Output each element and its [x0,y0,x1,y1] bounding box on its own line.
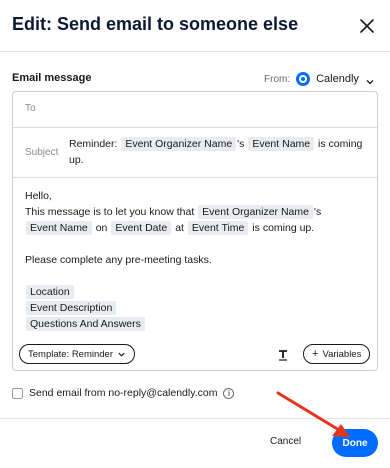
subject-field[interactable]: Subject Reminder: Event Organizer Name's… [13,128,377,178]
chevron-down-icon [117,350,126,359]
subject-mid: 's [237,138,245,150]
from-value: Calendly [316,73,359,85]
variable-chip[interactable]: Event Name [26,221,92,235]
noreply-checkbox[interactable] [12,387,23,399]
variable-chip[interactable]: Questions And Answers [26,317,145,331]
done-button[interactable]: Done [332,429,378,457]
to-label: To [25,103,36,114]
noreply-label: Send email from no-reply@calendly.com [29,387,218,399]
to-field[interactable]: To [13,92,377,128]
body-text: on [95,222,108,234]
cancel-button[interactable]: Cancel [270,436,301,447]
email-editor: To Subject Reminder: Event Organizer Nam… [12,91,378,371]
email-message-label: Email message [12,72,92,84]
modal-header: Edit: Send email to someone else [0,0,390,52]
body-text: This message is to let you know that [25,206,195,218]
body-greeting: Hello, [25,190,52,202]
calendly-logo-icon [296,72,311,86]
variable-chip[interactable]: Event Name [248,137,315,151]
variable-chip[interactable]: Event Time [187,221,249,235]
from-selector[interactable]: From: Calendly [264,70,375,88]
variable-chip[interactable]: Event Organizer Name [198,205,313,219]
variable-chip[interactable]: Event Organizer Name [121,137,237,151]
from-label: From: [264,73,291,85]
footer-divider [0,418,390,419]
body-line3: Please complete any pre-meeting tasks. [25,254,212,266]
body-text: at [175,222,184,234]
variable-chip[interactable]: Event Date [111,221,172,235]
noreply-option[interactable]: Send email from no-reply@calendly.com i [12,387,235,399]
body-text: is coming up. [252,222,315,234]
body-chip-line: Event Description [25,300,371,316]
body-line2: Event Name on Event Date at Event Time i… [25,220,371,236]
chevron-down-icon [365,74,375,85]
subject-text[interactable]: Reminder: Event Organizer Name's Event N… [69,136,369,168]
plus-icon: + [312,347,319,360]
template-button-label: Template: Reminder [28,348,114,360]
close-icon[interactable] [358,17,376,35]
info-icon[interactable]: i [223,387,235,399]
template-dropdown-button[interactable]: Template: Reminder [19,344,136,364]
variables-button-label: Variables [322,348,362,360]
modal-title: Edit: Send email to someone else [12,14,299,34]
variables-button[interactable]: + Variables [303,344,371,364]
subject-prefix: Reminder: [69,138,118,150]
body-line1: This message is to let you know that Eve… [25,204,371,220]
subject-label: Subject [25,147,59,158]
body-text: 's [313,206,322,218]
text-format-icon[interactable] [277,348,289,361]
body-chip-line: Location [25,284,371,300]
variable-chip[interactable]: Event Description [26,301,117,315]
message-body[interactable]: Hello, This message is to let you know t… [25,188,371,332]
variable-chip[interactable]: Location [26,285,74,299]
body-chip-line: Questions And Answers [25,316,371,332]
